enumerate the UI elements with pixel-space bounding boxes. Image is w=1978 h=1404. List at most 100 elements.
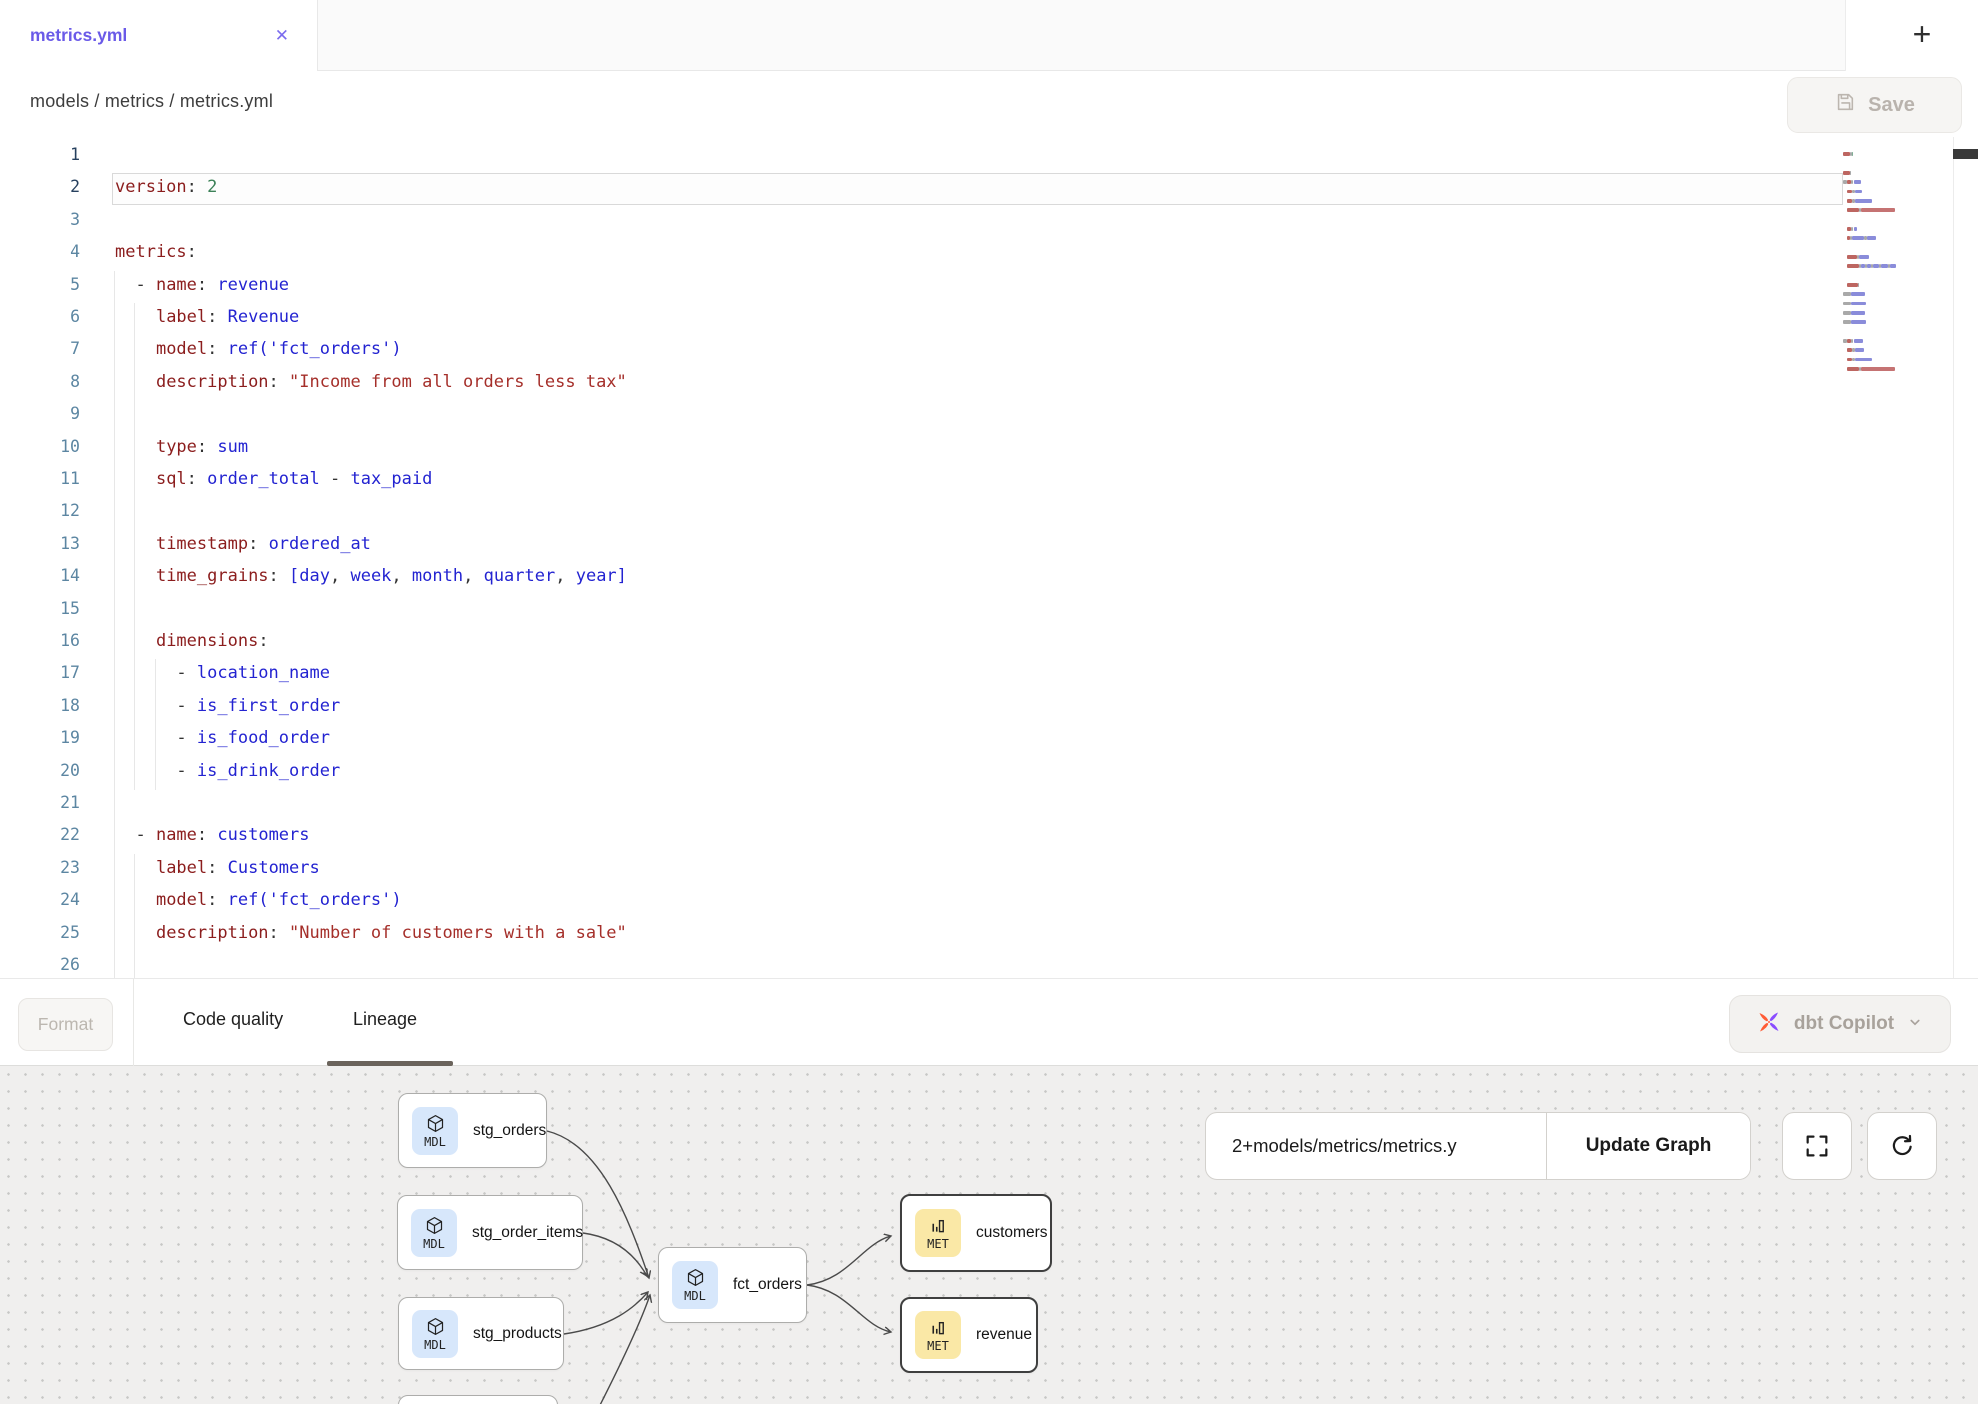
- line-number: 1: [0, 145, 80, 164]
- minimap-line: [1851, 292, 1865, 296]
- lineage-node-stg_orders[interactable]: MDLstg_orders: [398, 1093, 547, 1168]
- edge-stg_order_items-to-fct_orders: [583, 1233, 647, 1276]
- line-number: 11: [0, 469, 80, 488]
- code-line[interactable]: 12: [0, 497, 1978, 530]
- code-line[interactable]: 23 label: Customers: [0, 854, 1978, 887]
- scrollbar-thumb[interactable]: [1953, 149, 1978, 159]
- minimap-line: [1859, 255, 1870, 259]
- cube-icon: [425, 1113, 446, 1134]
- minimap-line: [1843, 292, 1851, 296]
- code-line[interactable]: 17 - location_name: [0, 659, 1978, 692]
- edge-fct_orders-to-revenue: [807, 1285, 891, 1332]
- node-label: customers: [976, 1224, 1048, 1242]
- code-line[interactable]: 9: [0, 400, 1978, 433]
- code-line[interactable]: 24 model: ref('fct_orders'): [0, 886, 1978, 919]
- lineage-node-fct_orders[interactable]: MDLfct_orders: [658, 1247, 807, 1323]
- lineage-node-stg_products[interactable]: MDL stg_products: [398, 1297, 564, 1370]
- code-text: - name: customers: [115, 825, 310, 845]
- code-line[interactable]: 6 label: Revenue: [0, 303, 1978, 336]
- code-text: description: "Number of customers with a…: [115, 923, 627, 943]
- minimap-line: [1855, 190, 1862, 194]
- node-label: stg_order_items: [472, 1224, 583, 1242]
- graph-toolbar: Update Graph: [1205, 1112, 1751, 1180]
- code-line[interactable]: 7 model: ref('fct_orders'): [0, 335, 1978, 368]
- code-line[interactable]: 14 time_grains: [day, week, month, quart…: [0, 562, 1978, 595]
- node-label: stg_products: [473, 1325, 562, 1343]
- code-line[interactable]: 1: [0, 141, 1978, 174]
- minimap-line: [1843, 171, 1850, 175]
- line-number: 17: [0, 663, 80, 682]
- lineage-node-customers[interactable]: MET customers: [900, 1194, 1052, 1272]
- code-line[interactable]: 2version: 2: [0, 173, 1978, 206]
- save-button[interactable]: Save: [1787, 77, 1962, 133]
- lineage-node-stg_order_items[interactable]: MDLstg_order_items: [397, 1195, 583, 1270]
- fullscreen-button[interactable]: [1782, 1112, 1852, 1180]
- refresh-button[interactable]: [1867, 1112, 1937, 1180]
- dbt-copilot-label: dbt Copilot: [1794, 1013, 1894, 1035]
- minimap-line: [1881, 264, 1888, 268]
- code-line[interactable]: 25 description: "Number of customers wit…: [0, 919, 1978, 952]
- edge-partial_node-to-fct_orders: [597, 1295, 650, 1404]
- new-tab-button[interactable]: +: [1899, 11, 1945, 57]
- code-text: sql: order_total - tax_paid: [115, 469, 432, 489]
- metric-badge: MET: [915, 1311, 961, 1359]
- node-label: revenue: [976, 1326, 1032, 1344]
- line-number: 10: [0, 437, 80, 456]
- code-text: label: Revenue: [115, 307, 299, 327]
- code-line[interactable]: 20 - is_drink_order: [0, 757, 1978, 790]
- code-text: - is_food_order: [115, 728, 330, 748]
- code-text: type: sum: [115, 437, 248, 457]
- code-line[interactable]: 3: [0, 206, 1978, 239]
- update-graph-button[interactable]: Update Graph: [1547, 1113, 1750, 1179]
- tab-title: metrics.yml: [30, 25, 127, 46]
- code-line[interactable]: 22 - name: customers: [0, 821, 1978, 854]
- bar-chart-icon: [928, 1215, 949, 1236]
- minimap-line: [1852, 236, 1864, 240]
- code-text: timestamp: ordered_at: [115, 534, 371, 554]
- minimap-line: [1847, 255, 1856, 259]
- lineage-node-revenue[interactable]: MET revenue: [900, 1297, 1038, 1373]
- line-number: 19: [0, 728, 80, 747]
- line-number: 8: [0, 372, 80, 391]
- indent-guide: [114, 595, 115, 628]
- code-line[interactable]: 21: [0, 789, 1978, 822]
- minimap-line: [1890, 264, 1895, 268]
- code-line[interactable]: 15: [0, 595, 1978, 628]
- lineage-canvas[interactable]: MDLstg_ordersMDLstg_order_itemsMDLstg_pr…: [0, 1066, 1978, 1404]
- close-icon[interactable]: ✕: [275, 27, 289, 44]
- dbt-ide-window: metrics.yml ✕ + models / metrics / metri…: [0, 0, 1978, 1404]
- dbt-copilot-button[interactable]: dbt Copilot: [1729, 995, 1951, 1053]
- code-line[interactable]: 10 type: sum: [0, 433, 1978, 466]
- tab-lineage[interactable]: Lineage: [353, 1009, 417, 1030]
- minimap-line: [1847, 264, 1859, 268]
- code-text: metrics:: [115, 242, 197, 262]
- metric-badge: MET: [915, 1209, 961, 1257]
- lineage-filter-input[interactable]: [1206, 1113, 1546, 1179]
- code-line[interactable]: 18 - is_first_order: [0, 692, 1978, 725]
- code-line[interactable]: 4metrics:: [0, 238, 1978, 271]
- code-line[interactable]: 19 - is_food_order: [0, 724, 1978, 757]
- code-line[interactable]: 5 - name: revenue: [0, 271, 1978, 304]
- line-number: 5: [0, 275, 80, 294]
- indent-guide: [134, 951, 135, 978]
- code-line[interactable]: 16 dimensions:: [0, 627, 1978, 660]
- minimap[interactable]: [1843, 143, 1949, 403]
- tab-code-quality[interactable]: Code quality: [183, 1009, 283, 1030]
- minimap-line: [1867, 236, 1875, 240]
- save-label: Save: [1868, 94, 1915, 117]
- badge-label: MET: [927, 1339, 949, 1353]
- tab-strip: metrics.yml ✕ +: [0, 0, 1978, 71]
- code-editor[interactable]: 1 2version: 234metrics:5 - name: revenue6…: [0, 137, 1978, 978]
- model-badge: MDL: [412, 1107, 458, 1155]
- code-line[interactable]: 11 sql: order_total - tax_paid: [0, 465, 1978, 498]
- line-number: 25: [0, 923, 80, 942]
- line-number: 2: [0, 177, 80, 196]
- code-line[interactable]: 26: [0, 951, 1978, 978]
- tab-metrics-yml[interactable]: metrics.yml ✕: [0, 0, 318, 71]
- line-number: 24: [0, 890, 80, 909]
- code-line[interactable]: 13 timestamp: ordered_at: [0, 530, 1978, 563]
- minimap-line: [1850, 171, 1851, 175]
- model-badge: MDL: [412, 1310, 458, 1358]
- code-line[interactable]: 8 description: "Income from all orders l…: [0, 368, 1978, 401]
- format-button[interactable]: Format: [18, 998, 113, 1051]
